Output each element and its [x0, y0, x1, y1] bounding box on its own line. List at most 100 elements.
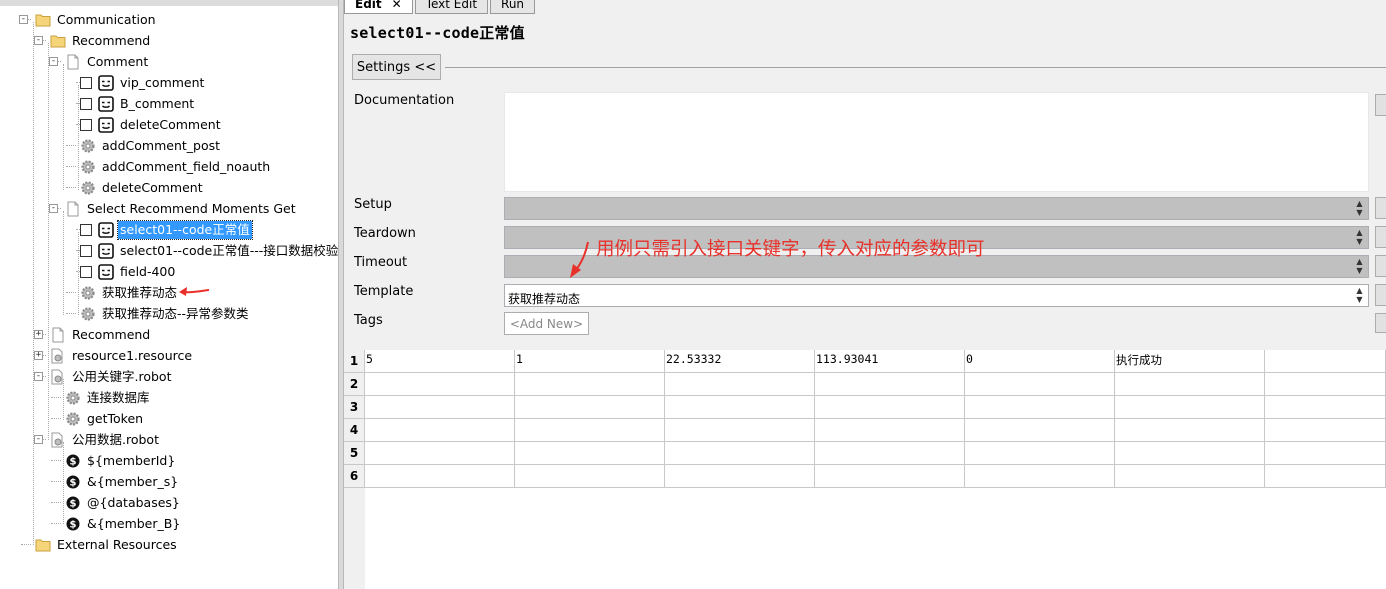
tree-item[interactable]: addComment_post — [80, 135, 222, 156]
grid-cell[interactable] — [1265, 465, 1386, 488]
template-field[interactable]: 获取推荐动态 ▲ ▼ — [504, 284, 1369, 307]
grid-cell[interactable] — [515, 465, 665, 488]
grid-cell[interactable] — [965, 442, 1115, 465]
documentation-edit-button[interactable] — [1375, 94, 1386, 116]
timeout-edit-button[interactable] — [1375, 255, 1386, 277]
checkbox[interactable] — [80, 76, 92, 89]
tree-item[interactable]: 公用数据.robot — [50, 429, 161, 450]
grid-cell[interactable] — [665, 419, 815, 442]
grid-cell[interactable]: 1 — [515, 350, 665, 373]
grid-cell[interactable] — [1115, 419, 1265, 442]
checkbox[interactable] — [80, 118, 92, 131]
grid-cell[interactable] — [515, 442, 665, 465]
collapse-icon[interactable]: - — [49, 57, 58, 66]
tree-item[interactable]: 获取推荐动态--异常参数类 — [80, 303, 251, 324]
grid-cell[interactable]: 0 — [965, 350, 1115, 373]
grid-cell[interactable]: 22.53332 — [665, 350, 815, 373]
tree-item[interactable]: vip_comment — [80, 72, 206, 93]
row-header[interactable]: 3 — [344, 396, 365, 419]
tree-item[interactable]: $ ${memberId} — [65, 450, 177, 471]
collapse-icon[interactable]: - — [34, 435, 43, 444]
grid-cell[interactable] — [1265, 396, 1386, 419]
keyword-grid[interactable]: 1 5 1 22.53332 113.93041 0 执行成功 2 3 4 5 6 — [344, 350, 1386, 589]
grid-cell[interactable] — [965, 396, 1115, 419]
tree-item[interactable]: External Resources — [35, 534, 179, 555]
setup-edit-button[interactable] — [1375, 197, 1386, 219]
checkbox[interactable] — [80, 97, 92, 110]
template-edit-button[interactable] — [1375, 284, 1386, 306]
tree-item[interactable]: resource1.resource — [50, 345, 194, 366]
close-icon[interactable]: ✕ — [392, 0, 402, 10]
spinner-icon[interactable]: ▲ ▼ — [1353, 286, 1366, 305]
spinner-icon[interactable]: ▲ ▼ — [1353, 199, 1366, 218]
grid-cell[interactable] — [1115, 373, 1265, 396]
grid-cell[interactable] — [1265, 373, 1386, 396]
tree-item[interactable]: Select Recommend Moments Get — [65, 198, 298, 219]
collapse-icon[interactable]: - — [34, 372, 43, 381]
checkbox[interactable] — [80, 244, 92, 257]
grid-cell[interactable] — [665, 396, 815, 419]
setup-field[interactable]: ▲ ▼ — [504, 197, 1369, 220]
tree-item[interactable]: 获取推荐动态 — [80, 282, 179, 303]
row-header[interactable]: 1 — [344, 350, 365, 373]
grid-cell[interactable]: 113.93041 — [815, 350, 965, 373]
grid-cell[interactable] — [965, 419, 1115, 442]
grid-cell[interactable] — [515, 373, 665, 396]
grid-cell[interactable] — [1265, 350, 1386, 373]
row-header[interactable]: 2 — [344, 373, 365, 396]
add-tag-button[interactable]: <Add New> — [504, 312, 589, 335]
spinner-icon[interactable]: ▲ ▼ — [1353, 257, 1366, 276]
grid-cell[interactable] — [365, 465, 515, 488]
grid-cell[interactable] — [965, 373, 1115, 396]
grid-cell[interactable] — [665, 465, 815, 488]
grid-cell[interactable] — [665, 373, 815, 396]
tree-item[interactable]: deleteComment — [80, 114, 223, 135]
row-header[interactable]: 4 — [344, 419, 365, 442]
tree-item[interactable]: getToken — [65, 408, 145, 429]
tree-item[interactable]: Recommend — [50, 324, 152, 345]
tree-item[interactable]: $ @{databases} — [65, 492, 182, 513]
expand-icon[interactable]: + — [34, 330, 43, 339]
teardown-edit-button[interactable] — [1375, 226, 1386, 248]
grid-cell[interactable]: 5 — [365, 350, 515, 373]
grid-cell[interactable] — [515, 419, 665, 442]
grid-cell[interactable] — [365, 442, 515, 465]
grid-cell[interactable] — [1265, 442, 1386, 465]
collapse-icon[interactable]: - — [49, 204, 58, 213]
tab-text-edit[interactable]: Text Edit — [414, 0, 489, 14]
grid-cell[interactable] — [815, 442, 965, 465]
grid-cell[interactable] — [365, 396, 515, 419]
grid-cell[interactable] — [815, 373, 965, 396]
grid-cell[interactable] — [365, 373, 515, 396]
grid-cell[interactable] — [1115, 442, 1265, 465]
grid-cell[interactable] — [515, 396, 665, 419]
tree-item[interactable]: Comment — [65, 51, 150, 72]
tree-item[interactable]: select01--code正常值 — [80, 219, 253, 240]
grid-cell[interactable] — [1115, 465, 1265, 488]
settings-toggle-button[interactable]: Settings << — [352, 54, 441, 80]
tree-item[interactable]: deleteComment — [80, 177, 205, 198]
grid-cell[interactable] — [815, 396, 965, 419]
expand-icon[interactable]: + — [34, 351, 43, 360]
checkbox[interactable] — [80, 223, 92, 236]
grid-cell[interactable]: 执行成功 — [1115, 350, 1265, 373]
tree-item[interactable]: 连接数据库 — [65, 387, 152, 408]
tree-item[interactable]: $ &{member_s} — [65, 471, 180, 492]
tags-edit-button[interactable] — [1375, 313, 1386, 333]
tree-item[interactable]: field-400 — [80, 261, 177, 282]
grid-cell[interactable] — [965, 465, 1115, 488]
tree-item[interactable]: addComment_field_noauth — [80, 156, 272, 177]
tree-item[interactable]: Recommend — [50, 30, 152, 51]
grid-cell[interactable] — [815, 419, 965, 442]
grid-cell[interactable] — [1115, 396, 1265, 419]
tab-edit[interactable]: Edit ✕ — [344, 0, 413, 14]
row-header[interactable]: 5 — [344, 442, 365, 465]
grid-cell[interactable] — [665, 442, 815, 465]
collapse-icon[interactable]: - — [19, 15, 28, 24]
documentation-field[interactable] — [504, 92, 1369, 192]
tree-item[interactable]: Communication — [35, 9, 158, 30]
tab-run[interactable]: Run — [490, 0, 536, 14]
spinner-icon[interactable]: ▲ ▼ — [1353, 228, 1366, 247]
tree-item[interactable]: B_comment — [80, 93, 196, 114]
grid-cell[interactable] — [815, 465, 965, 488]
